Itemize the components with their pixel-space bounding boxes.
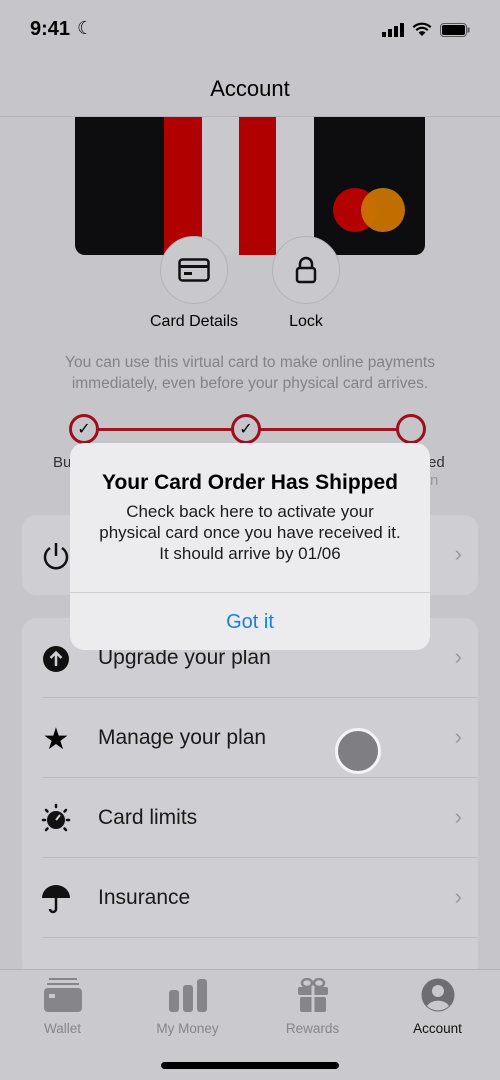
status-time: 9:41: [30, 18, 71, 40]
tab-account[interactable]: Account: [375, 978, 500, 1036]
wallet-icon: [43, 978, 82, 1012]
tab-rewards[interactable]: Rewards: [250, 977, 375, 1036]
card-icon: [178, 258, 210, 282]
nav-header: Account: [0, 60, 500, 117]
touch-indicator: [335, 728, 381, 774]
check-icon: ✓: [239, 421, 253, 438]
dialog-title: Your Card Order Has Shipped: [102, 471, 398, 494]
got-it-button[interactable]: Got it: [70, 592, 430, 650]
lock-label: Lock: [289, 313, 323, 330]
chevron-right-icon: ›: [454, 724, 462, 749]
shipped-alert-dialog: Your Card Order Has Shipped Check back h…: [70, 443, 430, 650]
arrow-up-circle-icon: [43, 646, 69, 672]
menu-card-limits[interactable]: Card limits ›: [22, 778, 478, 858]
step-pending: [396, 414, 426, 444]
person-circle-icon: [421, 978, 454, 1012]
signal-icon: [382, 22, 404, 37]
bar-chart-icon: [168, 979, 207, 1012]
chevron-right-icon: ›: [454, 644, 462, 669]
chevron-right-icon: ›: [454, 541, 462, 566]
card-details-label: Card Details: [149, 313, 239, 330]
tab-wallet[interactable]: Wallet: [0, 978, 125, 1036]
chevron-right-icon: ›: [454, 884, 462, 909]
step-label: Bu: [53, 454, 72, 471]
chevron-right-icon: ›: [454, 804, 462, 829]
lock-button[interactable]: [272, 236, 340, 304]
page-title: Account: [210, 76, 290, 101]
gift-icon: [297, 977, 328, 1012]
star-icon: ★: [42, 722, 70, 756]
card-details-button[interactable]: [160, 236, 228, 304]
menu-insurance[interactable]: Insurance ›: [22, 858, 478, 938]
tab-my-money[interactable]: My Money: [125, 978, 250, 1036]
home-indicator[interactable]: [161, 1062, 339, 1069]
info-text: You can use this virtual card to make on…: [65, 354, 435, 392]
umbrella-icon: [42, 885, 70, 914]
dialog-message: Check back here to activate your physica…: [99, 502, 401, 563]
battery-icon: [440, 22, 470, 37]
step-label: ed: [428, 454, 445, 471]
menu-manage-plan[interactable]: ★ Manage your plan ›: [22, 698, 478, 778]
gauge-icon: [41, 803, 71, 832]
account-menu: Upgrade your plan › ★ Manage your plan › C…: [22, 618, 478, 978]
step-complete: ✓: [69, 414, 99, 444]
step-complete: ✓: [231, 414, 261, 444]
lock-icon: [295, 256, 317, 284]
moon-icon: ☾: [77, 18, 94, 38]
wifi-icon: [412, 22, 432, 36]
check-icon: ✓: [77, 421, 91, 438]
virtual-card[interactable]: [75, 117, 425, 255]
power-icon: [43, 543, 69, 570]
status-bar: 9:41 ☾: [0, 0, 500, 60]
